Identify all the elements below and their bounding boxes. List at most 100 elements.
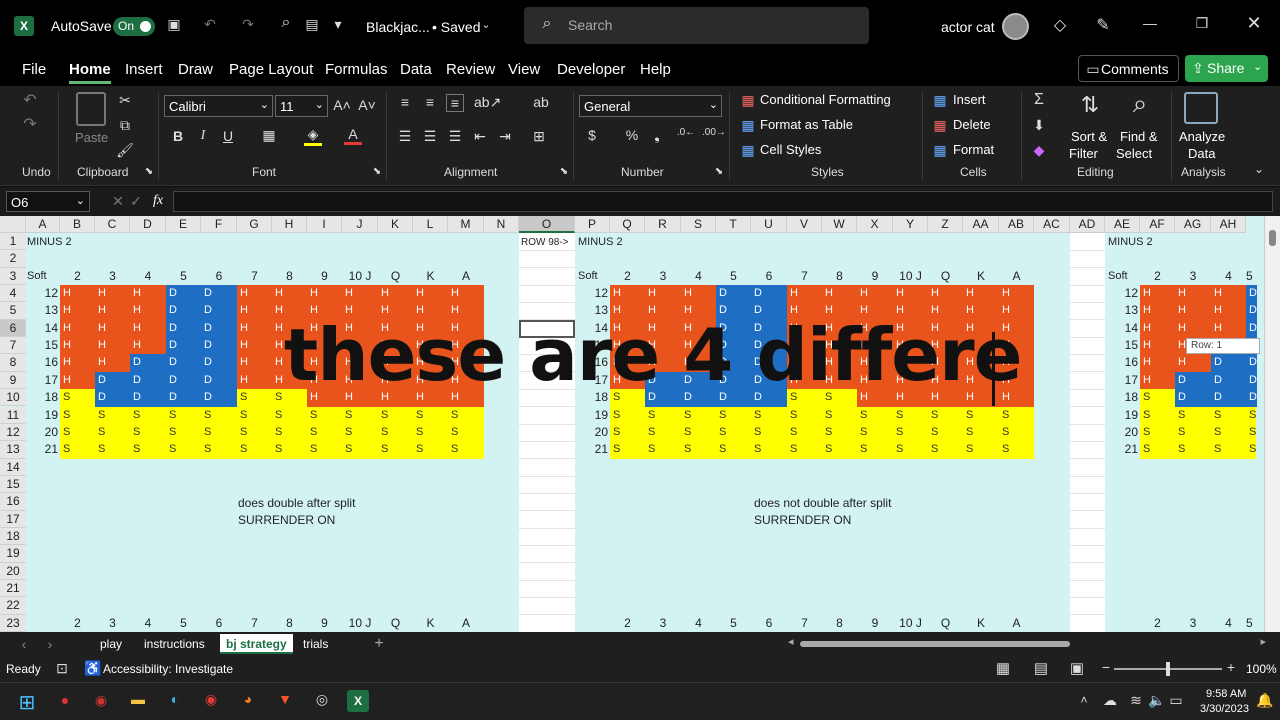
column-header[interactable]: Z: [928, 216, 963, 233]
column-header[interactable]: T: [716, 216, 751, 233]
tray-chevron-icon[interactable]: ˄: [1078, 693, 1090, 707]
left-strategy-cell[interactable]: D: [201, 389, 237, 407]
left-strategy-cell[interactable]: D: [201, 337, 237, 355]
enter-icon[interactable]: ✓: [130, 193, 142, 210]
right-strategy-cell[interactable]: D: [1175, 371, 1211, 390]
right-strategy-cell[interactable]: D: [1246, 285, 1257, 303]
left-strategy-cell[interactable]: D: [201, 354, 237, 372]
column-header[interactable]: Q: [610, 216, 645, 233]
mid-strategy-cell[interactable]: H: [822, 285, 857, 303]
left-strategy-cell[interactable]: S: [307, 441, 342, 459]
sort-filter-label-1[interactable]: Sort &: [1071, 129, 1107, 144]
clock-time[interactable]: 9:58 AM: [1206, 688, 1246, 700]
left-strategy-cell[interactable]: S: [413, 406, 448, 424]
left-strategy-cell[interactable]: S: [378, 406, 413, 424]
left-strategy-cell[interactable]: H: [95, 319, 130, 338]
accessibility-icon[interactable]: ♿: [84, 660, 101, 677]
mid-strategy-cell[interactable]: S: [999, 423, 1034, 442]
vertical-scrollbar[interactable]: [1264, 216, 1280, 632]
column-header[interactable]: F: [201, 216, 237, 233]
left-strategy-cell[interactable]: D: [166, 285, 201, 303]
column-header[interactable]: V: [787, 216, 822, 233]
column-header[interactable]: AB: [999, 216, 1034, 233]
left-strategy-cell[interactable]: S: [166, 423, 201, 442]
left-strategy-cell[interactable]: S: [448, 406, 484, 424]
row-header[interactable]: 18: [0, 527, 26, 546]
dialog-launcher-icon[interactable]: ⬊: [372, 166, 382, 177]
left-strategy-cell[interactable]: D: [166, 371, 201, 390]
left-strategy-cell[interactable]: S: [413, 441, 448, 459]
column-header[interactable]: S: [681, 216, 716, 233]
left-strategy-cell[interactable]: D: [166, 337, 201, 355]
mid-strategy-cell[interactable]: S: [645, 423, 681, 442]
mid-strategy-cell[interactable]: H: [681, 285, 716, 303]
row-header[interactable]: 19: [0, 545, 26, 563]
right-strategy-cell[interactable]: S: [1140, 389, 1175, 407]
copy-icon[interactable]: ⧉: [116, 117, 134, 134]
mid-strategy-cell[interactable]: S: [857, 406, 893, 424]
left-strategy-cell[interactable]: S: [201, 423, 237, 442]
prev-sheet-icon[interactable]: ‹: [18, 636, 30, 652]
left-strategy-cell[interactable]: S: [237, 441, 272, 459]
left-strategy-cell[interactable]: D: [130, 354, 166, 372]
mid-strategy-cell[interactable]: H: [999, 285, 1034, 303]
menu-review[interactable]: Review: [446, 61, 495, 78]
left-strategy-cell[interactable]: S: [201, 441, 237, 459]
left-strategy-cell[interactable]: S: [307, 423, 342, 442]
analyze-data-icon[interactable]: [1184, 92, 1218, 124]
left-strategy-cell[interactable]: H: [307, 285, 342, 303]
orientation-icon[interactable]: ab↗: [474, 94, 501, 111]
mid-strategy-cell[interactable]: S: [716, 423, 751, 442]
left-strategy-cell[interactable]: H: [378, 285, 413, 303]
right-strategy-cell[interactable]: S: [1246, 441, 1257, 459]
increase-decimal-icon[interactable]: .0←: [676, 127, 696, 138]
left-strategy-cell[interactable]: S: [130, 423, 166, 442]
left-strategy-cell[interactable]: S: [60, 423, 95, 442]
row-header[interactable]: 7: [0, 337, 26, 355]
left-strategy-cell[interactable]: H: [60, 371, 95, 390]
page-break-view-icon[interactable]: ▣: [1068, 659, 1086, 677]
find-select-label-2[interactable]: Select: [1116, 146, 1152, 161]
mid-strategy-cell[interactable]: S: [681, 441, 716, 459]
mid-strategy-cell[interactable]: S: [787, 423, 822, 442]
cancel-icon[interactable]: ✕: [112, 193, 124, 210]
row-header[interactable]: 6: [0, 319, 26, 338]
mid-strategy-cell[interactable]: H: [610, 285, 645, 303]
volume-icon[interactable]: 🔈: [1148, 692, 1165, 709]
clear-icon[interactable]: ◆: [1030, 142, 1048, 159]
row-header[interactable]: 14: [0, 458, 26, 476]
left-strategy-cell[interactable]: H: [272, 285, 307, 303]
left-strategy-cell[interactable]: S: [166, 441, 201, 459]
comma-icon[interactable]: ❟: [649, 127, 665, 144]
column-header[interactable]: AA: [963, 216, 999, 233]
column-header[interactable]: H: [272, 216, 307, 233]
column-header[interactable]: AH: [1211, 216, 1246, 233]
accessibility-status[interactable]: Accessibility: Investigate: [103, 662, 233, 676]
left-strategy-cell[interactable]: S: [201, 406, 237, 424]
mid-strategy-cell[interactable]: S: [857, 423, 893, 442]
right-strategy-cell[interactable]: H: [1140, 319, 1175, 338]
right-strategy-cell[interactable]: D: [1246, 389, 1257, 407]
number-format-select[interactable]: General ⌄: [579, 95, 722, 117]
row-header[interactable]: 9: [0, 371, 26, 390]
analyze-data-label-1[interactable]: Analyze: [1179, 129, 1225, 144]
macro-record-icon[interactable]: ⊡: [54, 660, 70, 677]
decrease-indent-icon[interactable]: ⇤: [471, 128, 489, 145]
normal-view-icon[interactable]: ▦: [994, 659, 1012, 677]
left-strategy-cell[interactable]: S: [378, 441, 413, 459]
percent-icon[interactable]: %: [624, 127, 640, 143]
dialog-launcher-icon[interactable]: ⬊: [144, 166, 154, 177]
right-strategy-cell[interactable]: H: [1140, 285, 1175, 303]
menu-file[interactable]: File: [22, 61, 46, 78]
column-header[interactable]: AF: [1140, 216, 1175, 233]
right-strategy-cell[interactable]: D: [1246, 302, 1257, 320]
italic-icon[interactable]: I: [195, 128, 211, 144]
insert-cells-button[interactable]: Insert: [953, 92, 986, 107]
right-strategy-cell[interactable]: D: [1175, 389, 1211, 407]
left-strategy-cell[interactable]: S: [237, 389, 272, 407]
mid-strategy-cell[interactable]: S: [822, 441, 857, 459]
row-header[interactable]: 13: [0, 441, 26, 459]
save-icon[interactable]: ▣: [164, 16, 184, 33]
zoom-out-icon[interactable]: −: [1100, 659, 1112, 675]
left-strategy-cell[interactable]: S: [272, 406, 307, 424]
